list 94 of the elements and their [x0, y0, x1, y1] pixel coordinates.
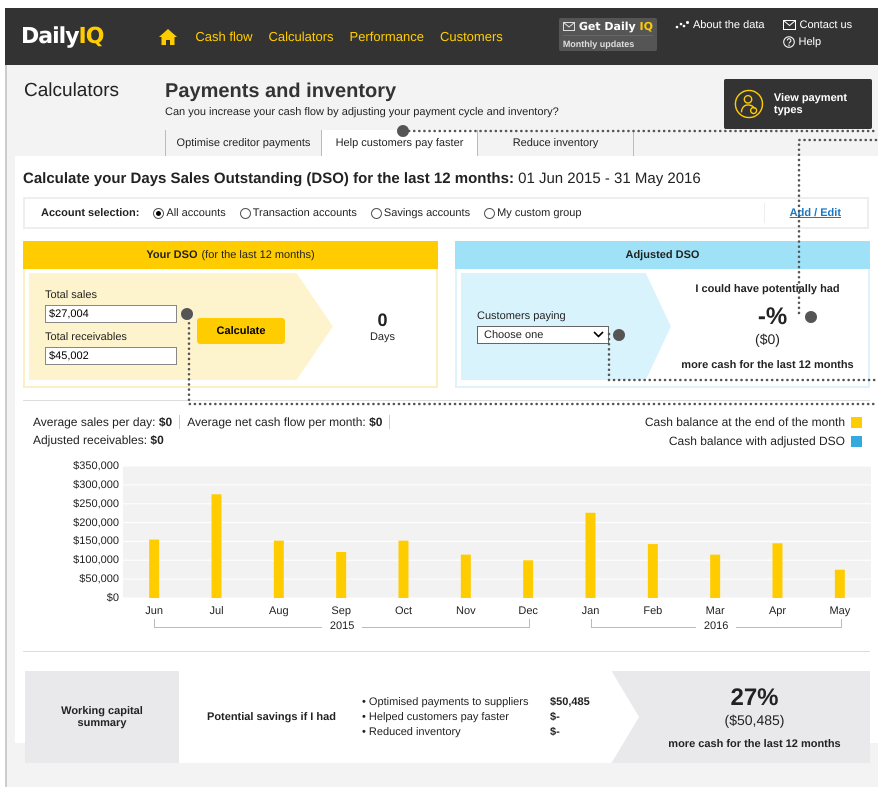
axis-label: $200,000 [73, 516, 119, 531]
nav-link[interactable]: Cash flow [195, 29, 252, 44]
payment-types-button[interactable]: View payment types [724, 79, 872, 129]
axis-label: Nov [456, 605, 476, 617]
dso-value: 0 [377, 310, 388, 331]
promo-subtitle: Monthly updates [562, 35, 653, 49]
calculate-button[interactable]: Calculate [197, 318, 285, 344]
help-icon [782, 36, 794, 48]
legend-label: Cash balance with adjusted DSO [668, 434, 845, 448]
axis-label: Apr [768, 605, 786, 617]
axis-label: Sep [331, 605, 351, 617]
mail-icon [562, 22, 575, 31]
promo-title: Get Daily IQ [578, 20, 653, 33]
account-radio[interactable]: All accounts [153, 207, 226, 219]
chevron-down-icon [593, 331, 604, 338]
bar [398, 540, 408, 598]
mail-icon [782, 20, 796, 30]
savings-item: • Helped customers pay faster [362, 711, 510, 723]
axis-label: $350,000 [73, 460, 119, 474]
axis-label: Jan [582, 605, 600, 617]
field-label: Customers paying [477, 310, 567, 322]
axis-label: Jul [209, 605, 224, 617]
field-label: Total sales [45, 288, 98, 300]
savings-value: $50,485 [550, 696, 590, 708]
bar [149, 540, 160, 598]
savings-value: $- [550, 711, 560, 723]
card-header: Adjusted DSO [455, 241, 870, 269]
axis-label: Oct [394, 605, 412, 617]
logo[interactable]: DailyIQ [21, 24, 104, 49]
axis-label: $250,000 [73, 498, 119, 512]
savings-item: • Reduced inventory [362, 726, 462, 738]
customers-dropdown[interactable]: Choose one [477, 326, 609, 344]
axis-label: $300,000 [73, 478, 119, 493]
percent-value: 27% [730, 684, 779, 712]
savings-item: • Optimised payments to suppliers [362, 696, 530, 708]
bar [710, 554, 720, 598]
newsletter-button[interactable]: Get Daily IQ Monthly updates [558, 18, 657, 51]
calculator-heading: Calculate your Days Sales Outstanding (DSO) for the last 12 months: 01 Jun 2015 - 31 May 2016 [23, 170, 702, 187]
axis-label: Aug [269, 605, 289, 617]
bar [274, 540, 284, 598]
account-radio[interactable]: My custom group [484, 207, 582, 219]
savings-label: Potential savings if I had [207, 711, 336, 723]
legend-label: Cash balance at the end of the month [644, 415, 845, 429]
account-radio[interactable]: Transaction accounts [240, 207, 357, 219]
stat-text: Adjusted receivables: $0 [33, 433, 165, 447]
tab[interactable]: Help customers pay faster [321, 130, 478, 156]
axis-label: $0 [106, 592, 119, 606]
nav-link[interactable]: Calculators [268, 29, 334, 44]
result-intro: I could have potentially had [695, 282, 840, 294]
axis-label: Mar [706, 605, 725, 617]
dso-unit: Days [370, 331, 396, 343]
account-radio[interactable]: Savings accounts [370, 207, 470, 219]
field-label: Total receivables [45, 330, 128, 342]
marker-dot [613, 328, 625, 340]
savings-value: $- [550, 726, 560, 738]
page-subtitle: Can you increase your cash flow by adjusting your payment cycle and inventory? [165, 106, 559, 118]
about-data-link[interactable]: About the data [674, 19, 764, 31]
nav-link[interactable]: Customers [440, 29, 503, 44]
bar [523, 560, 534, 598]
page-title: Payments and inventory [165, 80, 396, 103]
axis-label: May [829, 605, 850, 617]
input-field[interactable]: $27,004 [45, 304, 177, 322]
axis-label: Jun [145, 605, 164, 617]
card-header: Your DSO (for the last 12 months) [23, 241, 438, 269]
axis-label: $50,000 [79, 573, 119, 588]
contact-link[interactable]: Contact us [782, 19, 852, 31]
bar [460, 554, 471, 598]
bar [648, 544, 658, 598]
stat-text: Average net cash flow per month: $0 [187, 415, 390, 429]
account-selection-label: Account selection: [41, 207, 140, 219]
axis-label: Dec [518, 605, 538, 617]
home-icon[interactable] [159, 28, 178, 44]
section-title: Calculators [23, 80, 120, 103]
result-footer: more cash for the last 12 months [681, 358, 854, 370]
bar [336, 552, 346, 598]
marker-dot [805, 310, 818, 322]
marker-dot [181, 308, 193, 320]
add-edit-link[interactable]: Add / Edit [790, 207, 841, 219]
axis-label: $100,000 [73, 554, 119, 568]
bar [834, 570, 845, 598]
result-footer: more cash for the last 12 months [668, 738, 841, 750]
data-points-icon [674, 21, 689, 29]
amount-value: ($0) [755, 330, 780, 346]
percent-value: -% [758, 302, 788, 330]
help-link[interactable]: Help [782, 36, 852, 48]
stat-text: Average sales per day: $0 [33, 415, 180, 429]
nav-link[interactable]: Performance [350, 29, 424, 44]
summary-title: Working capital summary [60, 704, 144, 731]
input-field[interactable]: $45,002 [45, 346, 177, 364]
bar [772, 543, 782, 598]
amount-value: ($50,485) [724, 712, 784, 728]
person-coin-icon [734, 88, 764, 120]
axis-label: $150,000 [73, 535, 119, 550]
axis-label: Feb [643, 605, 662, 617]
